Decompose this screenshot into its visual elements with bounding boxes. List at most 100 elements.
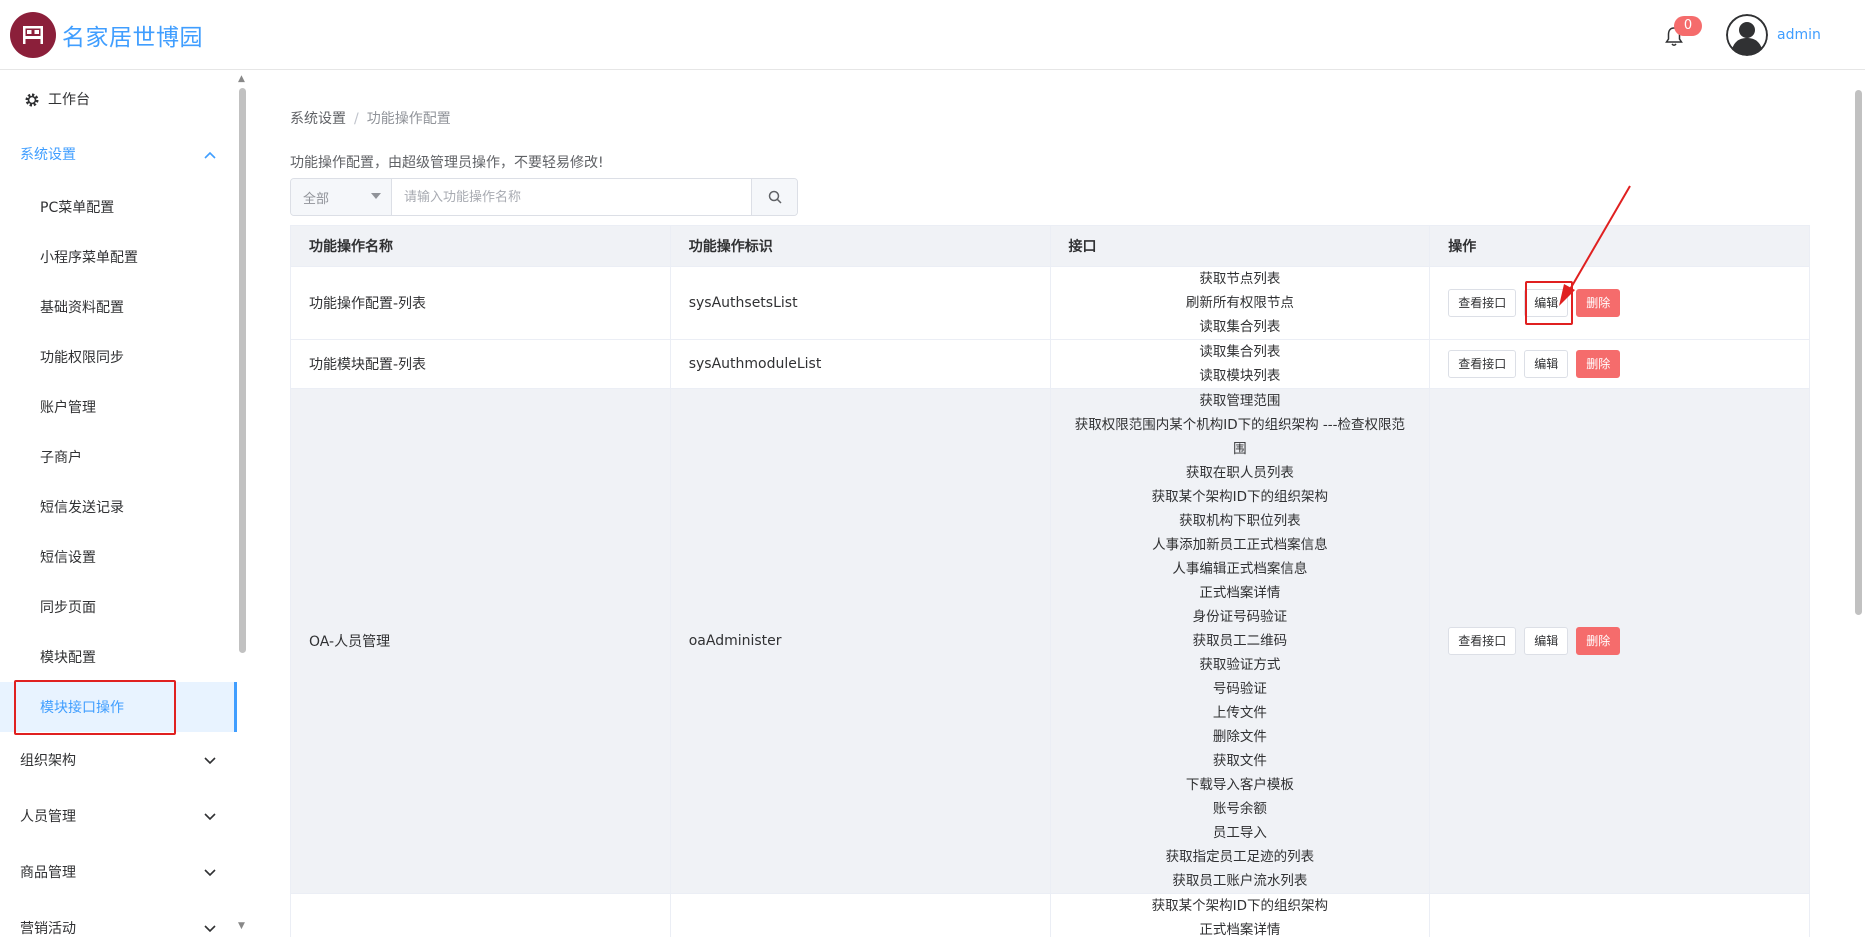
- cell-key: oaAdminister: [669, 388, 1051, 894]
- sidebar-scroll-down-icon[interactable]: ▼: [238, 921, 245, 931]
- sidebar-item-label: 账户管理: [40, 400, 96, 416]
- cell-interfaces: 获取管理范围 获取权限范围内某个机构ID下的组织架构 ---检查权限范围 获取在…: [1049, 388, 1431, 894]
- interface-item: 读取模块列表: [1199, 368, 1281, 384]
- sidebar-group-goods[interactable]: 商品管理: [0, 847, 237, 897]
- interface-item: 上传文件: [1212, 705, 1267, 721]
- interface-item: 获取某个架构ID下的组织架构: [1151, 898, 1329, 914]
- breadcrumb-separator: /: [354, 111, 359, 127]
- interface-item: 获取某个架构ID下的组织架构: [1151, 489, 1329, 505]
- interface-item: 刷新所有权限节点: [1185, 295, 1294, 311]
- cell-actions: 查看接口 编辑 删除: [1429, 339, 1810, 389]
- gear-icon: [25, 93, 39, 107]
- interface-item: 号码验证: [1212, 681, 1267, 697]
- interface-item: 获取权限范围内某个机构ID下的组织架构 ---检查权限范围: [1074, 417, 1406, 457]
- sidebar-item-label: 短信设置: [40, 550, 96, 566]
- table-row: 获取某个架构ID下的组织架构 正式档案详情: [290, 893, 1810, 937]
- sidebar-item-workbench[interactable]: 工作台: [0, 74, 237, 124]
- view-interface-button[interactable]: 查看接口: [1448, 289, 1517, 317]
- cell-name: OA-人员管理: [290, 388, 671, 894]
- sidebar-item-permission-sync[interactable]: 功能权限同步: [0, 332, 237, 382]
- sidebar-group-staff[interactable]: 人员管理: [0, 791, 237, 841]
- sidebar-item-sms-settings[interactable]: 短信设置: [0, 532, 237, 582]
- interface-item: 获取员工账户流水列表: [1172, 873, 1308, 889]
- edit-button[interactable]: 编辑: [1524, 350, 1569, 378]
- cell-interfaces: 读取集合列表 读取模块列表: [1049, 339, 1431, 389]
- sidebar: 工作台 系统设置 PC菜单配置 小程序菜单配置 基础资料配置 功能权限同步 账户…: [0, 71, 250, 937]
- cell-key: sysAuthsetsList: [669, 266, 1051, 340]
- column-header-name: 功能操作名称: [290, 225, 671, 267]
- sidebar-item-label: 功能权限同步: [40, 350, 124, 366]
- table-row: OA-人员管理 oaAdminister 获取管理范围 获取权限范围内某个机构I…: [290, 388, 1810, 894]
- interface-item: 账号余额: [1212, 801, 1267, 817]
- cell-key: [669, 893, 1051, 937]
- sidebar-item-account[interactable]: 账户管理: [0, 382, 237, 432]
- sidebar-item-label: 基础资料配置: [40, 300, 124, 316]
- view-interface-button[interactable]: 查看接口: [1448, 350, 1517, 378]
- delete-button[interactable]: 删除: [1576, 627, 1621, 655]
- interface-item: 读取集合列表: [1199, 319, 1281, 335]
- sidebar-item-pc-menu[interactable]: PC菜单配置: [0, 182, 237, 232]
- function-table: 功能操作名称 功能操作标识 接口 操作 功能操作配置-列表 sysAuthset…: [290, 225, 1810, 937]
- cell-name: [290, 893, 671, 937]
- sidebar-item-label: 组织架构: [20, 753, 76, 769]
- bed-logo-icon: [23, 26, 43, 44]
- cell-name: 功能操作配置-列表: [290, 266, 671, 340]
- interface-item: 下载导入客户模板: [1185, 777, 1294, 793]
- interface-item: 获取管理范围: [1199, 393, 1281, 409]
- app-root: 名家居世博园 0 admin 工作台 系统设置 PC菜单配置 小程序菜单配置 基…: [0, 0, 1865, 937]
- sidebar-item-label: 人员管理: [20, 809, 76, 825]
- chevron-up-icon: [204, 151, 216, 159]
- sidebar-item-label: 小程序菜单配置: [40, 250, 138, 266]
- sidebar-item-base-data[interactable]: 基础资料配置: [0, 282, 237, 332]
- breadcrumb: 系统设置 / 功能操作配置: [290, 108, 451, 128]
- sidebar-item-label: PC菜单配置: [40, 200, 115, 216]
- cell-interfaces: 获取节点列表 刷新所有权限节点 读取集合列表: [1049, 266, 1431, 340]
- sidebar-item-label: 同步页面: [40, 600, 96, 616]
- annotation-arrow-icon: [1559, 185, 1631, 306]
- top-header: 名家居世博园 0 admin: [0, 0, 1865, 70]
- view-interface-button[interactable]: 查看接口: [1448, 627, 1517, 655]
- interface-item: 读取集合列表: [1199, 344, 1281, 360]
- sidebar-group-system-settings[interactable]: 系统设置: [0, 129, 237, 179]
- column-header-interface: 接口: [1049, 225, 1431, 267]
- category-select[interactable]: 全部: [291, 179, 392, 215]
- cell-name: 功能模块配置-列表: [290, 339, 671, 389]
- username-link[interactable]: admin: [1777, 27, 1821, 43]
- sidebar-item-label: 子商户: [40, 450, 82, 466]
- sidebar-item-sync-page[interactable]: 同步页面: [0, 582, 237, 632]
- sidebar-group-org[interactable]: 组织架构: [0, 735, 237, 785]
- sidebar-item-sms-records[interactable]: 短信发送记录: [0, 482, 237, 532]
- sidebar-item-label: 系统设置: [20, 147, 76, 163]
- page-scrollbar-thumb[interactable]: [1855, 90, 1862, 615]
- caret-down-icon: [371, 193, 381, 199]
- interface-item: 获取员工二维码: [1192, 633, 1288, 649]
- brand-logo[interactable]: [10, 12, 56, 58]
- search-input[interactable]: [392, 179, 751, 215]
- interface-item: 获取节点列表: [1199, 271, 1281, 287]
- user-avatar[interactable]: [1726, 14, 1768, 56]
- sidebar-item-module-config[interactable]: 模块配置: [0, 632, 237, 682]
- interface-item: 身份证号码验证: [1192, 609, 1288, 625]
- delete-button[interactable]: 删除: [1576, 350, 1621, 378]
- page-note: 功能操作配置，由超级管理员操作，不要轻易修改!: [290, 155, 604, 171]
- edit-button[interactable]: 编辑: [1524, 627, 1569, 655]
- sidebar-item-label: 工作台: [48, 92, 90, 108]
- sidebar-item-miniapp-menu[interactable]: 小程序菜单配置: [0, 232, 237, 282]
- brand-name[interactable]: 名家居世博园: [62, 18, 203, 52]
- sidebar-group-marketing[interactable]: 营销活动: [0, 903, 237, 937]
- breadcrumb-parent[interactable]: 系统设置: [290, 111, 346, 127]
- cell-key: sysAuthmoduleList: [669, 339, 1051, 389]
- notification-badge: 0: [1674, 16, 1702, 36]
- column-header-key: 功能操作标识: [669, 225, 1051, 267]
- sidebar-item-label: 短信发送记录: [40, 500, 124, 516]
- sidebar-scrollbar[interactable]: [239, 88, 246, 653]
- cell-interfaces: 获取某个架构ID下的组织架构 正式档案详情: [1049, 893, 1431, 937]
- search-button[interactable]: [751, 179, 797, 215]
- search-bar: 全部: [290, 178, 798, 216]
- sidebar-item-sub-merchant[interactable]: 子商户: [0, 432, 237, 482]
- sidebar-item-label: 商品管理: [20, 865, 76, 881]
- sidebar-scroll-up-icon[interactable]: ▲: [238, 74, 245, 84]
- interface-item: 员工导入: [1212, 825, 1267, 841]
- search-icon: [768, 190, 782, 204]
- interface-item: 获取在职人员列表: [1185, 465, 1294, 481]
